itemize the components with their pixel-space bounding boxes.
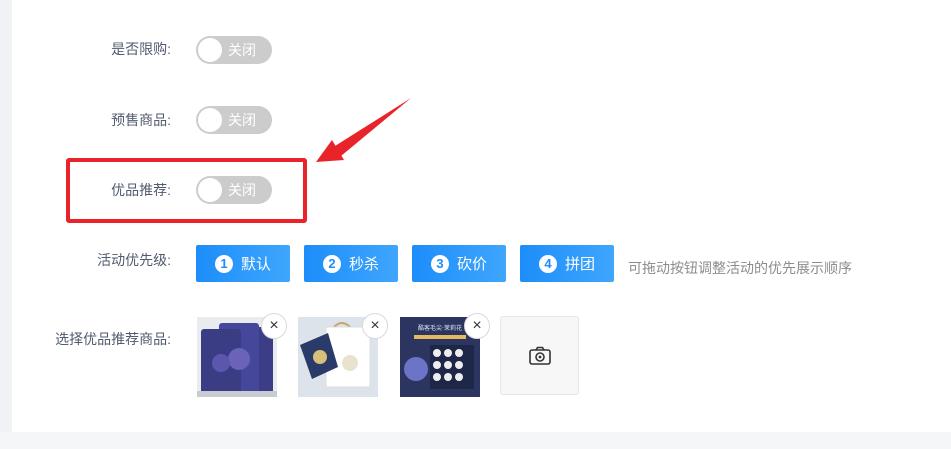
remove-thumbnail-2-button[interactable]: × — [362, 313, 388, 339]
remove-thumbnail-1-button[interactable]: × — [261, 313, 287, 339]
priority-button-groupbuy[interactable]: 4 拼团 — [520, 245, 614, 282]
upload-image-button[interactable] — [500, 316, 579, 395]
priority-number: 3 — [430, 254, 449, 273]
priority-button-label: 秒杀 — [348, 256, 379, 273]
recommend-products-label: 选择优品推荐商品: — [55, 331, 171, 347]
priority-button-label: 拼团 — [564, 256, 595, 273]
priority-number: 1 — [214, 254, 233, 273]
priority-button-label: 砍价 — [456, 256, 487, 273]
priority-button-bargain[interactable]: 3 砍价 — [412, 245, 506, 282]
remove-thumbnail-3-button[interactable]: × — [464, 313, 490, 339]
priority-button-label: 默认 — [240, 256, 271, 273]
priority-number: 4 — [538, 254, 557, 273]
thumbnail-caption: 酷客毛尖·茉莉花 — [418, 324, 462, 332]
priority-number: 2 — [322, 254, 341, 273]
camera-icon — [529, 346, 551, 365]
priority-button-seckill[interactable]: 2 秒杀 — [304, 245, 398, 282]
priority-button-default[interactable]: 1 默认 — [196, 245, 290, 282]
priority-hint: 可拖动按钮调整活动的优先展示顺序 — [628, 260, 852, 276]
priority-label: 活动优先级: — [97, 252, 171, 268]
